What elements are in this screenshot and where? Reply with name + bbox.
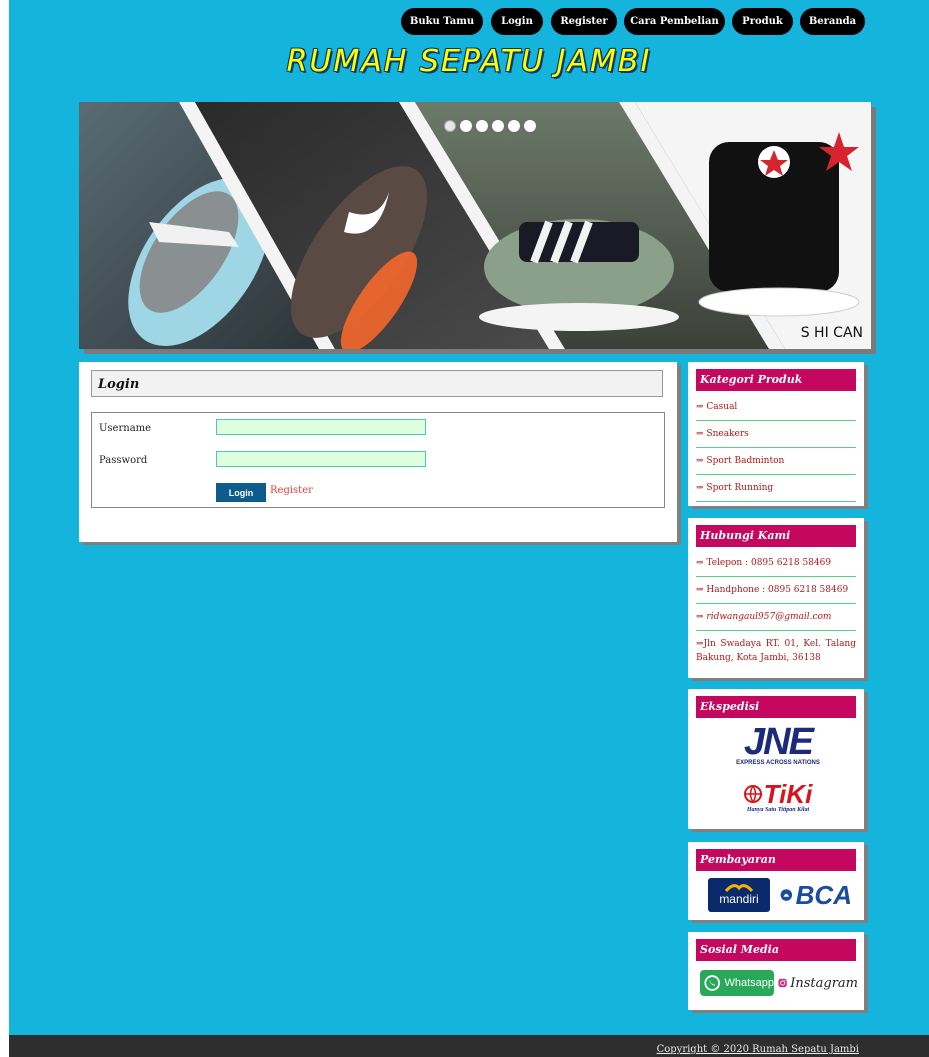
sidebar-pembayaran: Pembayaran mandiri BCA bbox=[688, 842, 864, 920]
contact-address: ⇒Jln Swadaya RT. 01, Kel. Talang Bakung,… bbox=[696, 639, 856, 663]
slide-dot[interactable] bbox=[460, 120, 472, 132]
slide-dot[interactable] bbox=[476, 120, 488, 132]
contact-telepon: ⇒ Telepon : 0895 6218 58469 bbox=[696, 550, 856, 577]
ekspedisi-title: Ekspedisi bbox=[696, 696, 856, 718]
slide-dot[interactable] bbox=[444, 120, 456, 132]
password-label: Password bbox=[99, 455, 148, 466]
page-background: Buku Tamu Login Register Cara Pembelian … bbox=[9, 0, 929, 1057]
site-title: RUMAH SEPATU JAMBI bbox=[286, 44, 652, 79]
banner-image bbox=[79, 102, 871, 349]
register-link[interactable]: Register bbox=[270, 485, 313, 496]
kategori-item-sneakers[interactable]: ⇒ Sneakers bbox=[696, 421, 856, 448]
bca-logo: BCA bbox=[780, 878, 852, 912]
instagram-badge[interactable]: Instagram bbox=[778, 970, 858, 996]
slide-dot[interactable] bbox=[492, 120, 504, 132]
sosial-title: Sosial Media bbox=[696, 939, 856, 961]
nav-register[interactable]: Register bbox=[551, 8, 617, 35]
nav-produk[interactable]: Produk bbox=[732, 8, 793, 35]
username-label: Username bbox=[99, 423, 152, 434]
sidebar-kategori: Kategori Produk ⇒ Casual ⇒ Sneakers ⇒ Sp… bbox=[688, 362, 864, 506]
login-title: Login bbox=[91, 370, 663, 397]
banner-slideshow[interactable]: S HI CAN bbox=[79, 102, 871, 349]
slide-indicators bbox=[444, 120, 536, 132]
contact-handphone: ⇒ Handphone : 0895 6218 58469 bbox=[696, 577, 856, 604]
kategori-title: Kategori Produk bbox=[696, 369, 856, 391]
password-input[interactable] bbox=[216, 451, 426, 467]
top-navigation: Buku Tamu Login Register Cara Pembelian … bbox=[9, 8, 929, 36]
contact-email[interactable]: ⇒ ridwangaul957@gmail.com bbox=[696, 604, 856, 631]
jne-logo: JNE EXPRESS ACROSS NATIONS bbox=[736, 721, 820, 766]
kategori-item-sport-running[interactable]: ⇒ Sport Running bbox=[696, 475, 856, 502]
kategori-item-casual[interactable]: ⇒ Casual bbox=[696, 394, 856, 421]
sidebar-ekspedisi: Ekspedisi JNE EXPRESS ACROSS NATIONS TiK… bbox=[688, 689, 864, 829]
hubungi-title: Hubungi Kami bbox=[696, 525, 856, 547]
footer: Copyright © 2020 Rumah Sepatu Jambi bbox=[9, 1035, 929, 1057]
slide-dot[interactable] bbox=[508, 120, 520, 132]
whatsapp-icon bbox=[704, 975, 721, 991]
banner-caption: S HI CAN bbox=[800, 325, 863, 341]
instagram-icon bbox=[778, 978, 787, 988]
whatsapp-badge[interactable]: Whatsapp bbox=[700, 970, 774, 996]
slide-dot[interactable] bbox=[524, 120, 536, 132]
kategori-item-sport-badminton[interactable]: ⇒ Sport Badminton bbox=[696, 448, 856, 475]
sidebar-sosial-media: Sosial Media Whatsapp Instagram bbox=[688, 932, 864, 1010]
username-input[interactable] bbox=[216, 419, 426, 435]
copyright-link[interactable]: Copyright © 2020 Rumah Sepatu Jambi bbox=[657, 1044, 859, 1055]
mandiri-logo: mandiri bbox=[708, 878, 770, 912]
nav-cara-pembelian[interactable]: Cara Pembelian bbox=[624, 8, 725, 35]
pembayaran-title: Pembayaran bbox=[696, 849, 856, 871]
tiki-logo: TiKi Hanya Satu Titipan Kilat bbox=[728, 781, 828, 813]
login-panel: Login Username Password Login Register bbox=[79, 362, 677, 542]
nav-beranda[interactable]: Beranda bbox=[800, 8, 865, 35]
login-button[interactable]: Login bbox=[216, 483, 266, 502]
login-form: Username Password Login Register bbox=[91, 412, 665, 508]
nav-buku-tamu[interactable]: Buku Tamu bbox=[401, 8, 483, 35]
sidebar-hubungi: Hubungi Kami ⇒ Telepon : 0895 6218 58469… bbox=[688, 518, 864, 678]
nav-login[interactable]: Login bbox=[491, 8, 543, 35]
